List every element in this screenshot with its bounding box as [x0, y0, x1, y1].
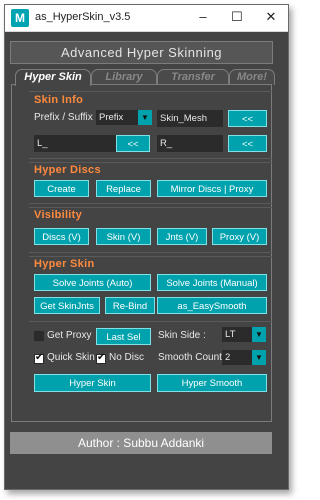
- skin-side-value: LT: [225, 329, 236, 340]
- skin-side-dropdown[interactable]: LT ▼: [222, 327, 266, 342]
- replace-discs-button[interactable]: Replace: [96, 180, 151, 197]
- easy-smooth-button[interactable]: as_EasySmooth: [157, 297, 267, 314]
- tab-hyper-skin[interactable]: Hyper Skin: [15, 69, 91, 86]
- no-disc-label: No Disc: [109, 352, 145, 363]
- no-disc-checkbox[interactable]: [96, 352, 106, 364]
- tab-library[interactable]: Library: [91, 69, 157, 85]
- dropdown-arrow-icon: ▼: [138, 110, 152, 125]
- prefix-suffix-dropdown[interactable]: Prefix ▼: [96, 110, 152, 125]
- last-sel-button[interactable]: Last Sel: [96, 328, 151, 345]
- hyper-skin-title: Hyper Skin: [34, 258, 95, 270]
- smooth-count-label: Smooth Count: [158, 352, 222, 363]
- get-proxy-checkbox[interactable]: [34, 331, 44, 341]
- dropdown-arrow-icon: ▼: [252, 350, 266, 365]
- left-prefix-field[interactable]: L_: [34, 135, 117, 152]
- prefix-suffix-value: Prefix: [99, 112, 124, 123]
- maximize-icon[interactable]: ☐: [223, 7, 251, 27]
- maya-app-icon: M: [11, 9, 29, 27]
- hyper-skin-button[interactable]: Hyper Skin: [34, 374, 151, 392]
- pick-right-button[interactable]: <<: [228, 135, 267, 152]
- close-icon[interactable]: ✕: [257, 7, 285, 27]
- pick-mesh-button[interactable]: <<: [228, 110, 267, 127]
- rebind-button[interactable]: Re-Bind: [105, 297, 155, 314]
- joints-visibility-button[interactable]: Jnts (V): [157, 228, 207, 245]
- proxy-visibility-button[interactable]: Proxy (V): [212, 228, 267, 245]
- get-skin-joints-button[interactable]: Get SkinJnts: [34, 297, 100, 314]
- solve-joints-manual-button[interactable]: Solve Joints (Manual): [157, 274, 267, 291]
- smooth-count-dropdown[interactable]: 2 ▼: [222, 350, 266, 365]
- dropdown-arrow-icon: ▼: [252, 327, 266, 342]
- mirror-discs-button[interactable]: Mirror Discs | Proxy: [157, 180, 267, 197]
- title-bar[interactable]: M as_HyperSkin_v3.5 – ☐ ✕: [5, 5, 288, 32]
- create-discs-button[interactable]: Create: [34, 180, 89, 197]
- right-prefix-field[interactable]: R_: [157, 135, 223, 152]
- skin-mesh-field[interactable]: Skin_Mesh: [157, 110, 223, 127]
- discs-visibility-button[interactable]: Discs (V): [34, 228, 89, 245]
- skin-info-title: Skin Info: [34, 94, 84, 106]
- window-title: as_HyperSkin_v3.5: [35, 11, 131, 23]
- skin-visibility-button[interactable]: Skin (V): [96, 228, 151, 245]
- minimize-icon[interactable]: –: [189, 7, 217, 27]
- get-proxy-label: Get Proxy: [47, 330, 92, 341]
- pick-left-button[interactable]: <<: [116, 135, 150, 152]
- visibility-title: Visibility: [34, 209, 83, 221]
- smooth-count-value: 2: [225, 352, 231, 363]
- quick-skin-label: Quick Skin: [47, 352, 95, 363]
- solve-joints-auto-button[interactable]: Solve Joints (Auto): [34, 274, 151, 291]
- app-banner: Advanced Hyper Skinning: [10, 41, 273, 64]
- prefix-suffix-label: Prefix / Suffix :: [34, 112, 99, 123]
- hyper-smooth-button[interactable]: Hyper Smooth: [157, 374, 267, 392]
- hyper-discs-title: Hyper Discs: [34, 164, 101, 176]
- tab-transfer[interactable]: Transfer: [157, 69, 229, 85]
- quick-skin-checkbox[interactable]: [34, 352, 44, 364]
- author-footer: Author : Subbu Addanki: [10, 432, 272, 454]
- tab-more[interactable]: More!: [229, 69, 275, 85]
- skin-side-label: Skin Side :: [158, 330, 206, 341]
